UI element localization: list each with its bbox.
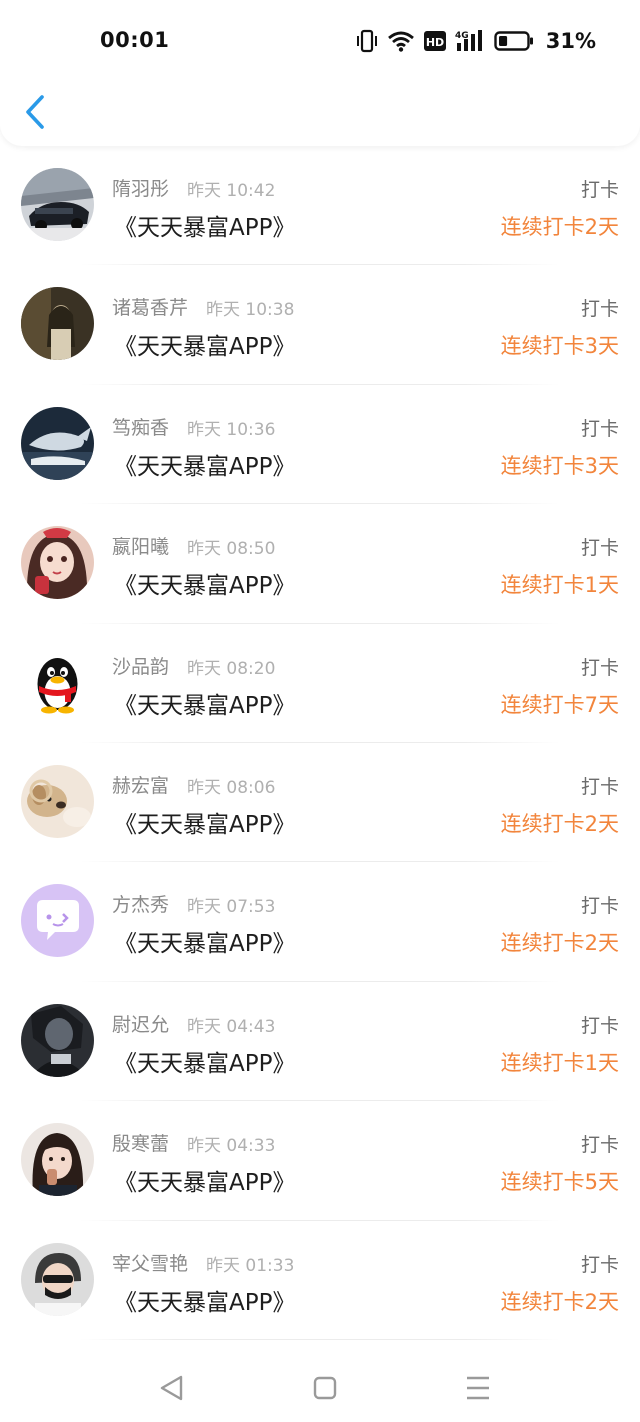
avatar[interactable] <box>21 526 94 600</box>
checkin-time: 昨天 10:42 <box>187 181 276 201</box>
list-item[interactable]: 隋羽彤 昨天 10:42 《天天暴富APP》 打卡连续打卡2天 <box>0 146 640 266</box>
list-item[interactable]: 宰父雪艳 昨天 01:33 《天天暴富APP》 打卡连续打卡2天 <box>0 1221 640 1340</box>
list-item[interactable]: 沙品韵 昨天 08:20 《天天暴富APP》 打卡连续打卡7天 <box>0 624 640 743</box>
avatar[interactable] <box>21 884 94 958</box>
user-name: 嬴阳曦 <box>112 536 170 559</box>
streak-badge: 连续打卡2天 <box>500 215 619 239</box>
streak-badge: 连续打卡2天 <box>500 811 619 836</box>
streak-badge: 连续打卡2天 <box>500 1289 619 1314</box>
user-name: 笃痴香 <box>112 416 170 439</box>
chevron-left-icon <box>18 95 54 136</box>
signal-4g-icon: 4G <box>455 29 485 53</box>
checkin-time: 昨天 08:06 <box>187 777 276 798</box>
user-name: 诸葛香芹 <box>112 297 189 320</box>
list-item[interactable]: 笃痴香 昨天 10:36 《天天暴富APP》 打卡连续打卡3天 <box>0 385 640 505</box>
avatar[interactable] <box>21 1003 94 1077</box>
checkin-time: 昨天 01:33 <box>206 1255 295 1276</box>
checkin-label: 打卡 <box>580 298 619 321</box>
checkin-label: 打卡 <box>580 1014 619 1037</box>
user-name: 方杰秀 <box>112 894 170 917</box>
streak-badge: 连续打卡7天 <box>500 692 619 717</box>
checkin-label: 打卡 <box>580 775 619 798</box>
streak-badge: 连续打卡5天 <box>500 1170 619 1195</box>
vibrate-icon <box>356 29 378 53</box>
user-name: 隋羽彤 <box>112 178 170 200</box>
hd-label: HD <box>426 36 444 49</box>
avatar[interactable] <box>21 287 94 361</box>
app-title: 《天天暴富APP》 <box>114 692 296 719</box>
wifi-icon <box>387 30 415 52</box>
avatar[interactable] <box>21 1123 94 1197</box>
checkin-time: 昨天 07:53 <box>187 897 276 918</box>
checkin-time: 昨天 08:50 <box>187 539 276 560</box>
app-title: 《天天暴富APP》 <box>114 931 296 958</box>
user-name: 殷寒蕾 <box>112 1133 170 1156</box>
avatar[interactable] <box>21 1242 94 1316</box>
app-title: 《天天暴富APP》 <box>114 334 296 361</box>
checkin-time: 昨天 08:20 <box>187 658 276 679</box>
streak-badge: 连续打卡1天 <box>500 1050 619 1075</box>
avatar[interactable] <box>21 168 94 241</box>
checkin-label: 打卡 <box>580 895 619 918</box>
back-triangle-icon <box>152 1368 192 1408</box>
list-item[interactable]: 殷寒蕾 昨天 04:33 《天天暴富APP》 打卡连续打卡5天 <box>0 1101 640 1221</box>
row-divider <box>80 1338 560 1340</box>
checkin-label: 打卡 <box>580 656 619 679</box>
menu-lines-icon <box>458 1368 498 1408</box>
checkin-label: 打卡 <box>580 179 619 201</box>
status-bar: 00:01 HD 4G 31% <box>0 0 640 80</box>
checkin-label: 打卡 <box>580 417 619 440</box>
checkin-label: 打卡 <box>580 537 619 560</box>
checkin-time: 昨天 04:33 <box>187 1136 276 1157</box>
streak-badge: 连续打卡1天 <box>500 573 619 598</box>
app-title: 《天天暴富APP》 <box>114 215 296 241</box>
list-item[interactable]: 尉迟允 昨天 04:43 《天天暴富APP》 打卡连续打卡1天 <box>0 982 640 1102</box>
battery-icon <box>494 30 534 52</box>
user-name: 赫宏富 <box>112 774 170 797</box>
streak-badge: 连续打卡3天 <box>500 453 619 478</box>
user-name: 尉迟允 <box>112 1013 170 1036</box>
back-button[interactable] <box>18 92 54 132</box>
user-name: 宰父雪艳 <box>112 1252 189 1275</box>
app-title: 《天天暴富APP》 <box>114 1050 296 1077</box>
app-title: 《天天暴富APP》 <box>114 811 296 838</box>
app-title: 《天天暴富APP》 <box>114 573 296 600</box>
list-item[interactable]: 嬴阳曦 昨天 08:50 《天天暴富APP》 打卡连续打卡1天 <box>0 504 640 624</box>
list-item[interactable]: 诸葛香芹 昨天 10:38 《天天暴富APP》 打卡连续打卡3天 <box>0 265 640 385</box>
list-item[interactable]: 方杰秀 昨天 07:53 《天天暴富APP》 打卡连续打卡2天 <box>0 862 640 982</box>
checkin-label: 打卡 <box>580 1134 619 1157</box>
status-icons: HD 4G 31% <box>356 26 596 56</box>
checkin-time: 昨天 10:36 <box>187 419 276 440</box>
checkin-time: 昨天 10:38 <box>206 300 295 321</box>
page: 00:01 HD 4G 31% 隋羽彤 昨天 10:42 《天天暴富APP》 打… <box>0 0 640 1422</box>
checkin-label: 打卡 <box>580 1253 619 1276</box>
avatar[interactable] <box>21 406 94 480</box>
user-name: 沙品韵 <box>112 655 170 678</box>
checkin-list: 隋羽彤 昨天 10:42 《天天暴富APP》 打卡 连续打卡2天 诸葛香芹 昨天 10:38… <box>0 146 640 1340</box>
streak-badge: 连续打卡2天 <box>500 931 619 956</box>
list-item[interactable]: 赫宏富 昨天 08:06 《天天暴富APP》 打卡连续打卡2天 <box>0 743 640 863</box>
system-nav-bar <box>0 1350 640 1422</box>
nav-menu-button[interactable] <box>458 1368 498 1408</box>
nav-back-button[interactable] <box>152 1368 192 1408</box>
nav-home-button[interactable] <box>305 1368 345 1408</box>
avatar[interactable] <box>21 645 94 719</box>
app-title: 《天天暴富APP》 <box>114 1170 296 1197</box>
avatar[interactable] <box>21 764 94 838</box>
hd-icon: HD <box>423 31 446 51</box>
app-title: 《天天暴富APP》 <box>114 1289 296 1316</box>
battery-percent: 31% <box>545 29 596 53</box>
checkin-time: 昨天 04:43 <box>187 1016 276 1037</box>
home-square-icon <box>305 1368 345 1408</box>
streak-badge: 连续打卡3天 <box>500 334 619 359</box>
app-title: 《天天暴富APP》 <box>114 453 296 480</box>
header: 00:01 HD 4G 31% <box>0 0 640 146</box>
status-time: 00:01 <box>100 28 170 52</box>
